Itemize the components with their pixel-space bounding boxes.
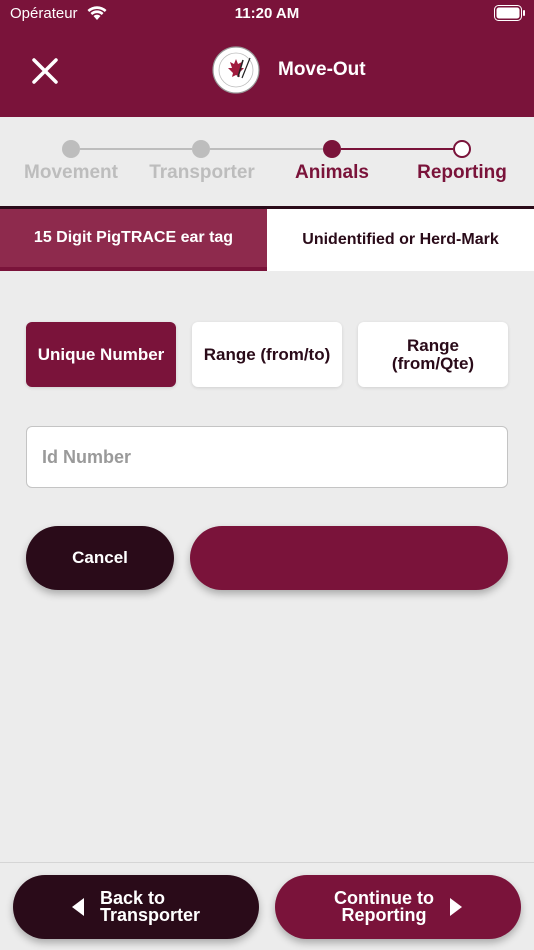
continue-to-reporting-button[interactable]: Continue to Reporting (275, 875, 521, 939)
progress-stepper: Movement Transporter Animals Reporting (0, 117, 534, 208)
next-button-label: Continue to Reporting (334, 889, 434, 925)
pigtrace-logo (212, 46, 260, 94)
status-bar: Opérateur 11:20 AM (0, 0, 534, 30)
step-label-reporting: Reporting (417, 162, 507, 183)
tag-type-tabs: 15 Digit PigTRACE ear tag Unidentified o… (0, 209, 534, 271)
step-label-animals: Animals (295, 162, 369, 183)
step-dot-transporter (192, 140, 210, 158)
back-to-transporter-button[interactable]: Back to Transporter (13, 875, 259, 939)
confirm-button[interactable] (190, 526, 508, 590)
battery-icon (494, 5, 525, 21)
status-time: 11:20 AM (234, 5, 300, 22)
chevron-right-icon (449, 898, 462, 916)
step-dot-movement (62, 140, 80, 158)
step-label-movement: Movement (24, 162, 118, 183)
page-title: Move-Out (278, 59, 366, 80)
step-dot-animals (323, 140, 341, 158)
cancel-button[interactable]: Cancel (26, 526, 174, 590)
back-line-2: Transporter (99, 905, 201, 925)
step-connector (80, 148, 192, 150)
step-dot-reporting (453, 140, 471, 158)
range-from-qte-button[interactable]: Range (from/Qte) (358, 322, 508, 387)
unique-number-button[interactable]: Unique Number (26, 322, 176, 387)
next-line-2: Reporting (341, 905, 427, 925)
back-button-label: Back to Transporter (99, 889, 201, 925)
tab-pigtrace-ear-tag[interactable]: 15 Digit PigTRACE ear tag (0, 209, 267, 271)
step-connector (210, 148, 323, 150)
tab-unidentified-herd-mark[interactable]: Unidentified or Herd-Mark (267, 209, 534, 271)
chevron-left-icon (71, 898, 84, 916)
step-connector (341, 148, 453, 150)
app-header: Opérateur 11:20 AM Move-Out (0, 0, 534, 117)
step-label-transporter: Transporter (149, 162, 255, 183)
range-from-to-button[interactable]: Range (from/to) (192, 322, 342, 387)
close-icon[interactable] (26, 52, 64, 90)
id-number-input[interactable] (26, 426, 508, 488)
